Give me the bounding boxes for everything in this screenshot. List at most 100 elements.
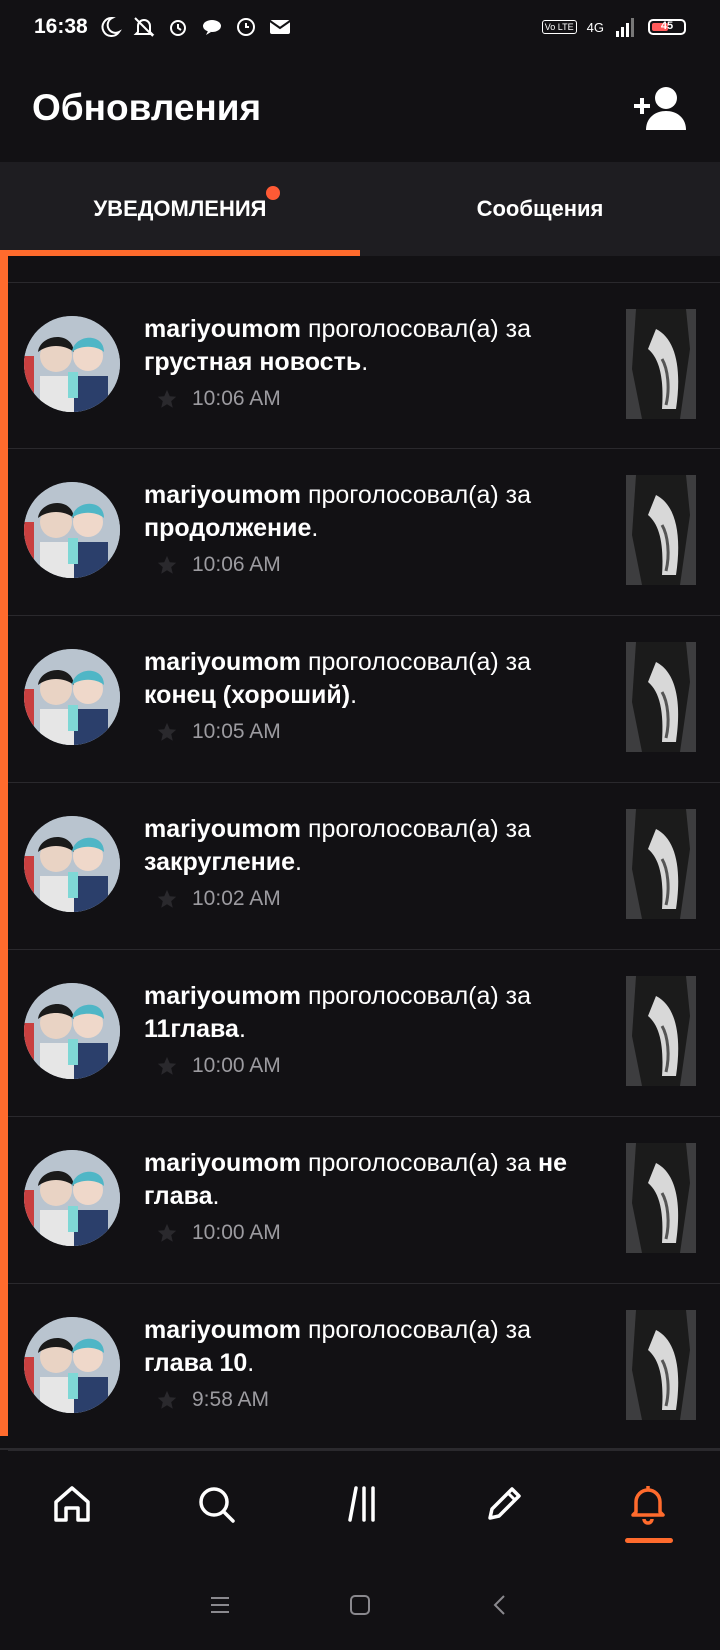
notification-target[interactable]: 11глава (144, 1015, 239, 1043)
story-cover-thumbnail[interactable] (626, 809, 696, 919)
tab-notifications-label: УВЕДОМЛЕНИЯ (93, 196, 267, 221)
notification-meta: 10:05 AM (156, 720, 281, 744)
notification-period: . (311, 514, 319, 542)
nav-home[interactable] (37, 1469, 107, 1539)
nav-notifications[interactable] (613, 1469, 683, 1543)
notification-target[interactable]: продолжение (144, 514, 311, 542)
star-icon (157, 1056, 177, 1075)
notification-item[interactable]: mariyoumom проголосовал(а) за глава 10. … (8, 1284, 720, 1451)
chat-icon (202, 20, 221, 35)
alarm-icon (169, 20, 186, 36)
nav-write[interactable] (469, 1469, 539, 1539)
moon-icon (101, 16, 122, 37)
tab-notifications[interactable]: УВЕДОМЛЕНИЯ (0, 162, 360, 256)
nav-library[interactable] (325, 1469, 395, 1539)
notification-text: mariyoumom проголосовал(а) за 11глава. (144, 980, 594, 1046)
avatar[interactable] (24, 316, 120, 412)
notification-period: . (238, 1015, 246, 1043)
notification-target[interactable]: глава 10 (144, 1349, 247, 1377)
star-icon (157, 1223, 177, 1242)
notification-item[interactable]: mariyoumom проголосовал(а) за конец (хор… (8, 616, 720, 783)
avatar[interactable] (24, 1317, 120, 1413)
story-cover-thumbnail[interactable] (626, 475, 696, 585)
menu-icon[interactable] (207, 1592, 233, 1618)
notification-user[interactable]: mariyoumom (144, 982, 301, 1010)
tab-messages[interactable]: Сообщения (360, 162, 720, 256)
notification-user[interactable]: mariyoumom (144, 648, 301, 676)
notification-time: 10:02 AM (192, 887, 281, 910)
notification-action: проголосовал(а) за (307, 315, 532, 343)
notification-period: . (361, 348, 369, 376)
status-left: 16:38 (34, 15, 292, 39)
mail-icon (269, 20, 291, 34)
notification-meta: 9:58 AM (156, 1388, 269, 1412)
notification-time: 10:05 AM (192, 720, 281, 743)
bottom-nav (0, 1448, 720, 1558)
battery-icon: 45 (648, 19, 686, 35)
notification-text: mariyoumom проголосовал(а) за закруглени… (144, 813, 594, 879)
home-square-icon[interactable] (347, 1592, 373, 1618)
battery-level: 45 (660, 20, 674, 32)
add-person-icon[interactable] (632, 84, 688, 132)
notification-user[interactable]: mariyoumom (144, 481, 301, 509)
notification-period: . (212, 1182, 220, 1210)
star-icon (157, 1390, 177, 1409)
notification-user[interactable]: mariyoumom (144, 1316, 301, 1344)
library-icon (348, 1486, 375, 1522)
notification-item[interactable]: mariyoumom проголосовал(а) за не глава. … (8, 1117, 720, 1284)
notification-target[interactable]: грустная новость (144, 348, 361, 376)
avatar[interactable] (24, 1150, 120, 1246)
avatar[interactable] (24, 649, 120, 745)
notification-action: проголосовал(а) за (307, 982, 532, 1010)
clock-icon (236, 18, 255, 36)
active-tab-indicator (0, 250, 360, 256)
notification-text: mariyoumom проголосовал(а) за глава 10. (144, 1314, 594, 1380)
unread-badge (266, 186, 281, 200)
notification-time: 10:06 AM (192, 387, 281, 410)
notification-user[interactable]: mariyoumom (144, 1149, 301, 1177)
notification-item[interactable]: mariyoumom проголосовал(а) за 11глава. 1… (8, 950, 720, 1117)
notification-text: mariyoumom проголосовал(а) за конец (хор… (144, 646, 594, 712)
system-nav-bar (0, 1570, 720, 1640)
mute-bell-icon (133, 17, 155, 37)
story-cover-thumbnail[interactable] (626, 976, 696, 1086)
notification-user[interactable]: mariyoumom (144, 315, 301, 343)
notification-target[interactable]: конец (хороший) (144, 681, 350, 709)
avatar[interactable] (24, 983, 120, 1079)
notification-text: mariyoumom проголосовал(а) за грустная н… (144, 313, 594, 379)
page-title: Обновления (32, 87, 262, 128)
notifications-bell-icon (631, 1486, 665, 1525)
story-cover-thumbnail[interactable] (626, 1143, 696, 1253)
notification-item[interactable]: mariyoumom проголосовал(а) за грустная н… (8, 282, 720, 449)
notification-period: . (350, 681, 358, 709)
home-icon (54, 1486, 90, 1522)
avatar[interactable] (24, 816, 120, 912)
nav-search[interactable] (181, 1469, 251, 1539)
tab-bar: УВЕДОМЛЕНИЯ Сообщения (0, 162, 720, 256)
story-cover-thumbnail[interactable] (626, 1310, 696, 1420)
notification-meta: 10:00 AM (156, 1221, 281, 1245)
notification-period: . (247, 1349, 255, 1377)
notification-meta: 10:00 AM (156, 1054, 281, 1078)
notification-user[interactable]: mariyoumom (144, 815, 301, 843)
signal-icon (616, 18, 634, 37)
avatar[interactable] (24, 482, 120, 578)
volte-badge: Vo LTE (541, 20, 577, 34)
story-cover-thumbnail[interactable] (626, 642, 696, 752)
notification-target[interactable]: закругление (144, 848, 295, 876)
star-icon (157, 389, 177, 408)
star-icon (157, 722, 177, 741)
back-icon[interactable] (487, 1592, 513, 1618)
nav-active-indicator (625, 1538, 673, 1543)
status-bar: 16:38 Vo LTE 4G 45 (0, 0, 720, 54)
search-icon (199, 1487, 235, 1523)
notification-action: проголосовал(а) за (307, 1149, 532, 1177)
story-cover-thumbnail[interactable] (626, 309, 696, 419)
star-icon (157, 889, 177, 908)
notification-item[interactable]: mariyoumom проголосовал(а) за продолжени… (8, 449, 720, 616)
status-time: 16:38 (34, 15, 88, 38)
notification-item[interactable]: mariyoumom проголосовал(а) за закруглени… (8, 783, 720, 950)
notification-time: 9:58 AM (192, 1388, 270, 1411)
star-icon (157, 555, 177, 574)
notification-meta: 10:02 AM (156, 887, 281, 911)
